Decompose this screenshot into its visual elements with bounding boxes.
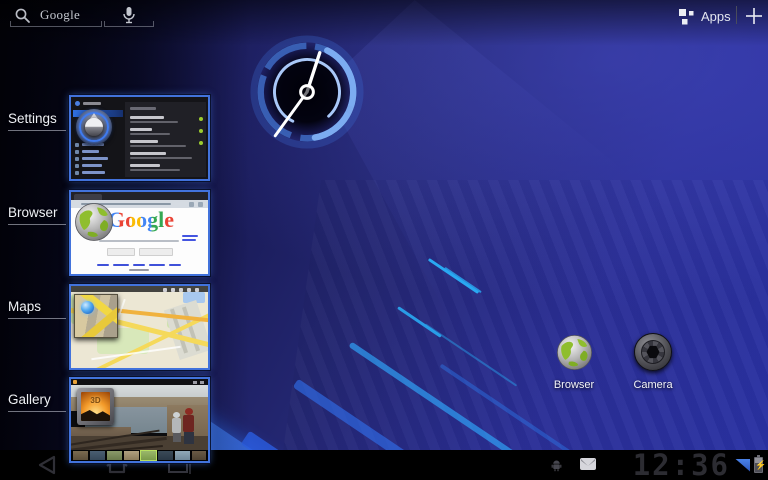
recent-thumbnail-settings[interactable] xyxy=(69,95,210,181)
back-button[interactable] xyxy=(30,454,64,476)
shortcut-camera[interactable]: Camera xyxy=(621,333,685,391)
apps-label: Apps xyxy=(701,9,731,24)
camera-icon xyxy=(634,333,672,371)
recent-thumbnail-gallery[interactable]: 3D xyxy=(69,377,210,463)
maps-app-icon xyxy=(74,294,118,338)
browser-preview-google-logo: Google xyxy=(108,207,174,233)
gallery-icon-3d-badge: 3D xyxy=(81,396,110,405)
add-widget-button[interactable] xyxy=(743,5,765,27)
shortcut-browser[interactable]: Browser xyxy=(542,334,606,391)
apps-button[interactable]: Apps xyxy=(678,5,731,27)
google-search-widget[interactable]: Google xyxy=(10,4,102,27)
status-clock: 12:36 xyxy=(633,450,730,480)
battery-charging-icon: ⚡ xyxy=(754,457,763,473)
recent-thumbnail-browser[interactable]: Google xyxy=(69,190,210,276)
email-notification-icon[interactable] xyxy=(580,458,596,470)
recent-label-browser: Browser xyxy=(8,205,66,225)
wallpaper-streak xyxy=(425,323,517,386)
recent-label-maps: Maps xyxy=(8,299,66,319)
wallpaper-streak xyxy=(397,306,442,338)
voice-search-button[interactable] xyxy=(104,4,154,27)
clock-face xyxy=(248,33,366,151)
browser-app-icon xyxy=(74,202,114,247)
settings-app-icon xyxy=(76,109,112,145)
recent-label-settings: Settings xyxy=(8,111,66,131)
wallpaper-beam xyxy=(348,342,517,459)
back-icon xyxy=(30,454,64,476)
shortcut-camera-label: Camera xyxy=(621,379,685,391)
apps-grid-icon xyxy=(678,8,695,25)
status-cluster[interactable]: 12:36 ⚡ xyxy=(625,450,766,480)
shortcut-browser-label: Browser xyxy=(542,379,606,391)
search-label: Google xyxy=(40,7,80,23)
signal-icon xyxy=(735,459,750,472)
android-notification-icon[interactable] xyxy=(550,459,563,472)
home-screen: Google Apps xyxy=(0,0,768,480)
clock-center xyxy=(301,86,314,99)
gallery-app-icon: 3D xyxy=(77,388,114,425)
browser-globe-icon xyxy=(556,334,593,376)
recent-thumbnail-maps[interactable] xyxy=(69,284,210,370)
recent-label-gallery: Gallery xyxy=(8,392,66,412)
header-divider xyxy=(736,6,737,24)
search-icon xyxy=(14,7,31,24)
wallpaper-streak xyxy=(428,258,479,294)
plus-icon xyxy=(745,7,763,25)
wallpaper-streak xyxy=(444,267,482,293)
analog-clock-widget[interactable] xyxy=(248,33,366,151)
microphone-icon xyxy=(122,6,136,25)
wallpaper-ribbing xyxy=(279,180,768,480)
